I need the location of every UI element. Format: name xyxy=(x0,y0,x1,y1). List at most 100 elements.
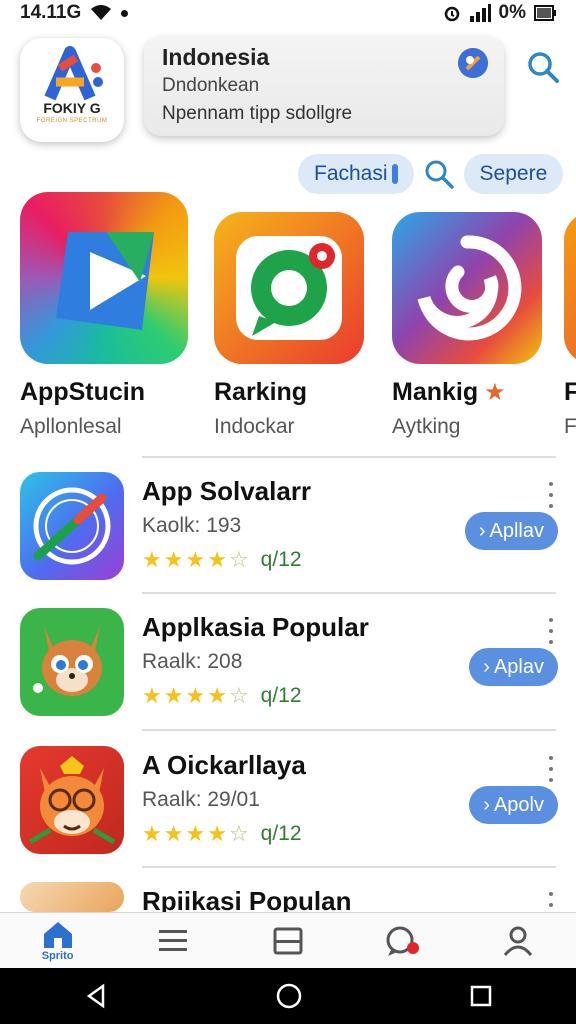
more-options-icon[interactable] xyxy=(546,892,556,912)
rating-stars: ★ ★ ★ ★ ☆ xyxy=(142,685,249,707)
star-icon: ★ xyxy=(484,379,506,406)
voice-search-icon[interactable] xyxy=(458,48,488,78)
home-circle-icon[interactable] xyxy=(275,982,303,1010)
star-outline-icon: ☆ xyxy=(228,547,249,572)
divider xyxy=(142,592,556,594)
star-icon: ★ xyxy=(163,547,184,572)
chip-fachasi-label: Fachasi xyxy=(314,162,388,185)
app-logo[interactable]: FOKIY G FOREIGN SPECTRUM xyxy=(20,38,124,142)
rating-stars: ★ ★ ★ ★ ☆ xyxy=(142,823,249,845)
app-name: Rpiikasi Populan xyxy=(142,886,352,912)
notification-dot-icon xyxy=(121,9,129,17)
install-label: Apolv xyxy=(493,793,544,816)
rating-value: q/12 xyxy=(260,684,302,707)
featured-carousel[interactable]: AppStucin Apllonlesal Rarking Indockar M… xyxy=(0,192,576,452)
list-item[interactable]: Applkasia Popular Raalk: 208 ★ ★ ★ ★ ☆ q/12 … xyxy=(0,608,576,744)
list-item[interactable]: Rpiikasi Populan xyxy=(0,882,576,912)
app-icon xyxy=(20,608,124,716)
app-name: Applkasia Popular xyxy=(142,612,369,642)
install-button[interactable]: › Apolv xyxy=(469,786,558,824)
search-card-title: Indonesia xyxy=(162,44,270,70)
featured-sub: F xyxy=(564,415,576,438)
star-icon: ★ xyxy=(163,683,184,708)
star-icon: ★ xyxy=(207,821,227,846)
search-card-subtitle: Dndonkean xyxy=(162,75,260,96)
back-icon[interactable] xyxy=(83,983,109,1009)
featured-sub: Aytking xyxy=(392,415,461,438)
star-icon: ★ xyxy=(207,683,227,708)
chip-sepere-label: Sepere xyxy=(479,162,548,185)
chip-sepere[interactable]: Sepere xyxy=(463,154,564,194)
filter-chips: Fachasi Sepere xyxy=(298,154,564,194)
nav-home[interactable]: Sprito xyxy=(28,914,88,968)
chip-fachasi[interactable]: Fachasi xyxy=(298,154,414,194)
install-arrow-icon: › xyxy=(478,519,486,542)
list-item[interactable]: App Solvalarr Kaolk: 193 ★ ★ ★ ★ ☆ q/12 › Apl… xyxy=(0,472,576,608)
more-options-icon[interactable] xyxy=(546,482,556,508)
home-icon xyxy=(43,921,72,948)
bottom-nav: Sprito xyxy=(0,912,576,968)
nav-profile[interactable] xyxy=(488,914,548,968)
star-icon: ★ xyxy=(163,821,184,846)
search-card[interactable]: Indonesia Dndonkean Npennam tipp sdollgr… xyxy=(144,36,504,136)
rating-stars: ★ ★ ★ ★ ☆ xyxy=(142,549,249,571)
install-arrow-icon: › xyxy=(483,655,490,678)
app-rating: ★ ★ ★ ★ ☆ q/12 xyxy=(142,684,302,708)
recents-icon[interactable] xyxy=(469,984,493,1008)
search-placeholder[interactable]: Npennam tipp sdollgre xyxy=(162,103,486,125)
star-outline-icon: ☆ xyxy=(228,683,249,708)
app-meta: Raalk: 29/01 xyxy=(142,788,260,811)
featured-app-icon xyxy=(20,192,188,364)
star-icon: ★ xyxy=(185,683,206,708)
app-icon xyxy=(20,882,124,912)
status-bar: 14.11G 0% xyxy=(0,0,576,26)
app-rating: ★ ★ ★ ★ ☆ q/12 xyxy=(142,548,302,572)
featured-name: Rarking xyxy=(214,378,308,406)
list-item[interactable]: A Oickarllaya Raalk: 29/01 ★ ★ ★ ★ ☆ q/12 › A… xyxy=(0,746,576,882)
more-options-icon[interactable] xyxy=(546,618,556,644)
install-button[interactable]: › Aplav xyxy=(469,648,558,686)
logo-letter-icon xyxy=(44,46,103,101)
alarm-icon xyxy=(444,6,459,22)
profile-icon xyxy=(504,926,533,956)
divider xyxy=(142,456,556,458)
app-icon xyxy=(20,746,124,854)
rating-value: q/12 xyxy=(260,548,302,571)
more-options-icon[interactable] xyxy=(546,756,556,782)
featured-name: AppStucin xyxy=(20,378,145,406)
logo-subtext: FOREIGN SPECTRUM xyxy=(36,118,108,124)
nav-chat[interactable] xyxy=(373,914,433,968)
app-meta: Kaolk: 193 xyxy=(142,514,242,537)
featured-app-icon xyxy=(392,212,542,364)
system-nav xyxy=(0,968,576,1024)
featured-item[interactable]: Rarking Indockar xyxy=(214,212,364,439)
chip-search-icon[interactable] xyxy=(424,159,454,189)
star-icon: ★ xyxy=(142,683,162,708)
status-time: 14.11G xyxy=(20,2,82,23)
app-name: A Oickarllaya xyxy=(142,750,306,780)
wifi-icon xyxy=(91,5,112,20)
star-outline-icon: ☆ xyxy=(228,821,249,846)
chat-icon xyxy=(386,926,420,956)
featured-item[interactable]: F F xyxy=(564,212,576,439)
chip-tag-icon xyxy=(391,164,398,184)
featured-name: Mankig ★ xyxy=(392,378,542,407)
nav-apps[interactable] xyxy=(258,914,318,968)
search-icon[interactable] xyxy=(526,50,560,84)
featured-name: F xyxy=(564,378,576,406)
star-icon: ★ xyxy=(185,547,206,572)
featured-item[interactable]: Mankig ★ Aytking xyxy=(392,212,542,439)
menu-icon xyxy=(158,929,187,951)
apps-icon xyxy=(273,927,303,954)
logo-text: FOKIY G xyxy=(43,100,101,116)
install-button[interactable]: › Apllav xyxy=(464,512,558,550)
app-icon xyxy=(20,472,124,580)
battery-percent: 0% xyxy=(498,2,526,23)
divider xyxy=(142,866,556,868)
featured-item[interactable]: AppStucin Apllonlesal xyxy=(20,192,188,439)
featured-name-text: Mankig xyxy=(392,378,479,406)
install-label: Apllav xyxy=(489,519,544,542)
app-rating: ★ ★ ★ ★ ☆ q/12 xyxy=(142,822,302,846)
signal-icon xyxy=(469,4,491,22)
nav-menu[interactable] xyxy=(143,914,203,968)
